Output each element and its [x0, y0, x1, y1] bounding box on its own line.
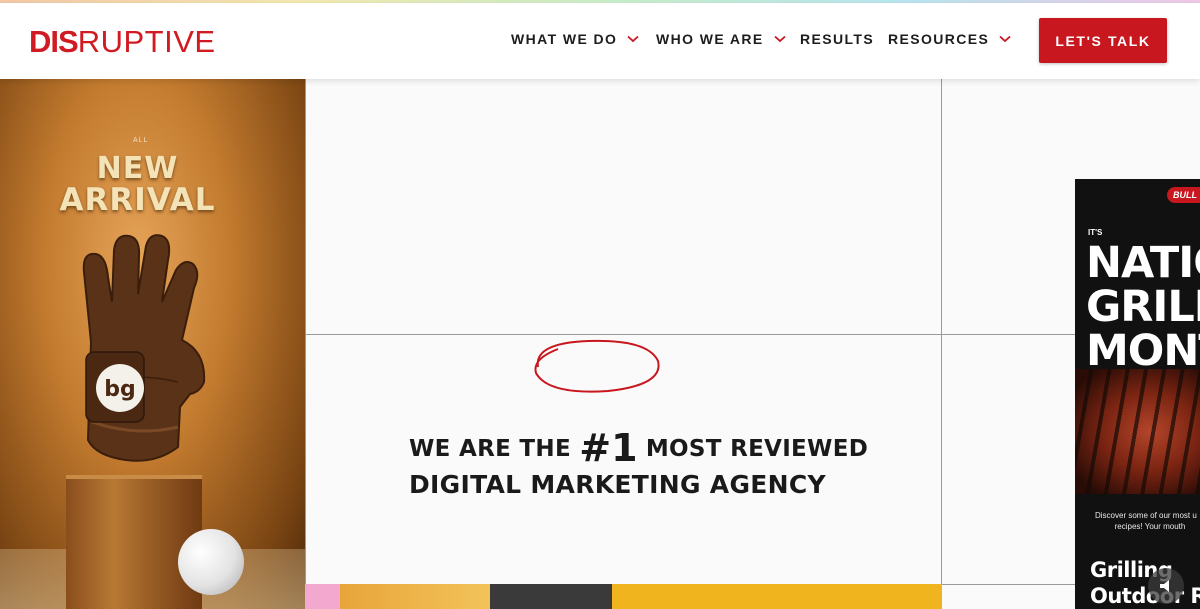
grilling-bottom-line: Grilling: [1090, 558, 1173, 582]
grilling-description: Discover some of our most u recipes! You…: [1095, 510, 1200, 532]
bull-logo: BULL: [1167, 187, 1200, 203]
nav-item-what-we-do[interactable]: WHAT WE DO: [511, 31, 639, 47]
chevron-down-icon: [773, 35, 786, 43]
glove-badge-text: bg: [104, 377, 136, 402]
logo-thin-part: RUPTIVE: [77, 24, 216, 59]
nav-item-label: RESULTS: [800, 31, 875, 47]
grilling-title-line: NATIO: [1086, 238, 1200, 288]
nav-item-resources[interactable]: RESOURCES: [888, 31, 1011, 47]
grilling-title-line: GRILLI: [1086, 282, 1200, 332]
nav-item-label: WHO WE ARE: [656, 31, 764, 47]
nav-item-who-we-are[interactable]: WHO WE ARE: [656, 31, 786, 47]
speaker-icon[interactable]: [1148, 568, 1184, 604]
new-arrival-eyebrow: ALL: [133, 137, 149, 144]
grilling-desc-line: recipes! Your mouth: [1114, 522, 1186, 531]
new-arrival-tile: ALL NEW ARRIVAL bg: [0, 79, 305, 609]
disruptive-logo[interactable]: DIS RUPTIVE: [29, 24, 216, 59]
grill-grate: [1075, 369, 1200, 494]
logo-bold-part: DIS: [29, 24, 79, 59]
nav-item-results[interactable]: RESULTS: [800, 31, 874, 47]
lets-talk-button[interactable]: LET'S TALK: [1039, 18, 1167, 63]
new-arrival-line1: NEW: [96, 151, 179, 186]
grilling-eyebrow: IT'S: [1088, 228, 1103, 237]
headline-number: #1: [579, 426, 638, 470]
nav-item-label: RESOURCES: [888, 31, 990, 47]
site-header: DIS RUPTIVE WHAT WE DO WHO WE ARE RESULTS…: [0, 3, 1200, 79]
grilling-title: NATIO GRILLI MONTH: [1086, 241, 1200, 373]
bottom-tile-pink: [305, 584, 340, 609]
speaker-glyph: [1160, 580, 1169, 592]
grid-divider: [305, 334, 1075, 335]
chevron-down-icon: [627, 35, 639, 43]
grid-divider: [941, 584, 1075, 585]
bottom-tile-yellow: [612, 584, 942, 609]
golf-glove-image: bg: [82, 234, 206, 462]
grilling-title-line: MONTH: [1086, 326, 1200, 376]
grilling-month-tile: BULL IT'S NATIO GRILLI MONTH Discover so…: [1075, 179, 1200, 609]
new-arrival-line2: ARRIVAL: [59, 182, 216, 218]
bottom-tile-dark: [490, 584, 612, 609]
grilling-desc-line: Discover some of our most u: [1095, 511, 1197, 520]
chevron-down-icon: [999, 35, 1011, 43]
headline-line2: DIGITAL MARKETING AGENCY: [409, 470, 826, 499]
golf-ball: [178, 529, 244, 595]
grid-divider: [305, 79, 306, 584]
grid-divider: [941, 79, 942, 584]
bottom-tile-orange: [340, 584, 490, 609]
wood-cube: [66, 479, 202, 609]
headline-line1: WE ARE THE #1 MOST REVIEWED: [409, 426, 868, 470]
nav-item-label: WHAT WE DO: [511, 31, 618, 47]
headline-post: MOST REVIEWED: [637, 436, 869, 462]
headline-pre: WE ARE THE: [409, 436, 580, 462]
red-circle-mark: [534, 339, 660, 393]
hero-section: ALL NEW ARRIVAL bg WE ARE THE #1 MOST RE…: [0, 79, 1200, 609]
